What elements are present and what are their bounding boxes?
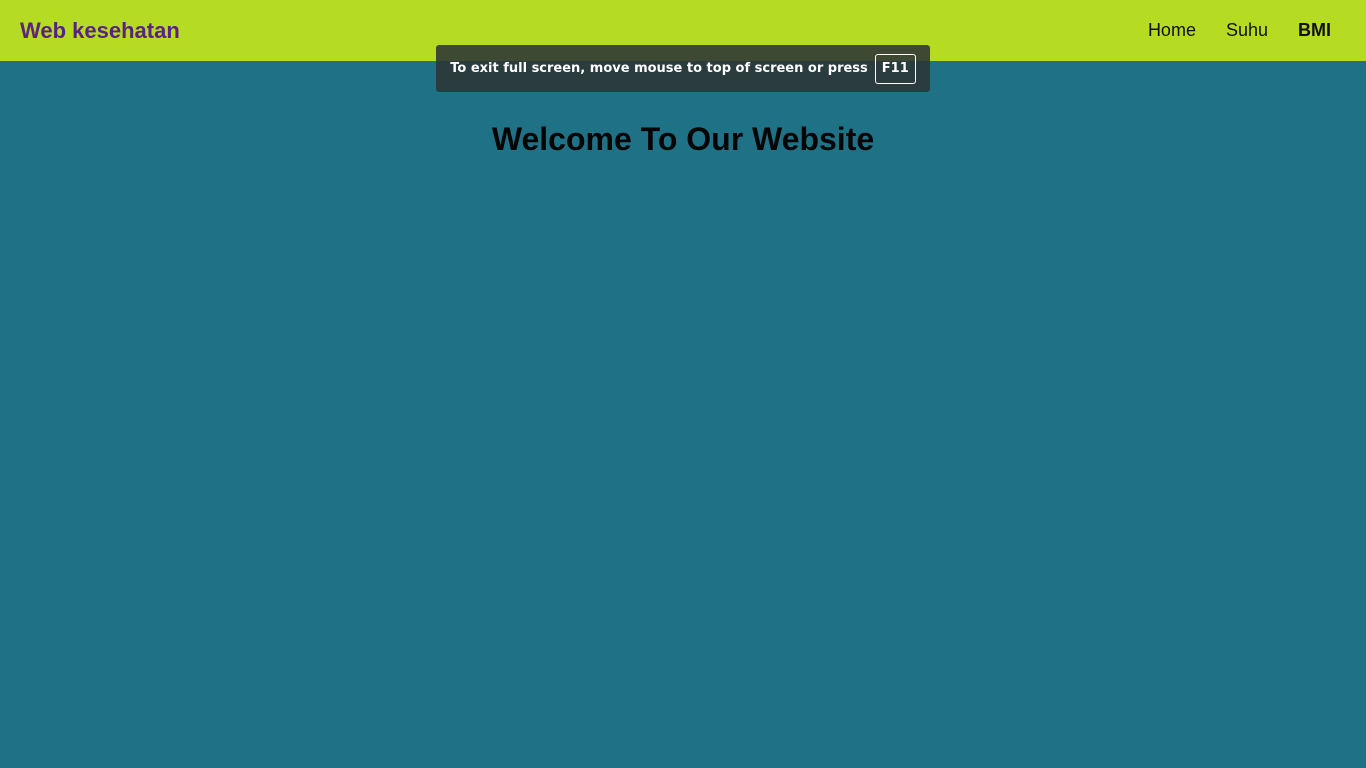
nav-link-suhu[interactable]: Suhu bbox=[1226, 0, 1268, 61]
fullscreen-notice: To exit full screen, move mouse to top o… bbox=[436, 45, 930, 92]
nav-link-home[interactable]: Home bbox=[1148, 0, 1196, 61]
welcome-heading: Welcome To Our Website bbox=[491, 121, 875, 157]
nav-links: Home Suhu BMI bbox=[1148, 0, 1331, 61]
fullscreen-exit-key: F11 bbox=[874, 53, 916, 84]
fullscreen-notice-message: To exit full screen, move mouse to top o… bbox=[450, 61, 868, 76]
nav-link-bmi[interactable]: BMI bbox=[1298, 0, 1331, 61]
brand-link[interactable]: Web kesehatan bbox=[20, 0, 180, 61]
